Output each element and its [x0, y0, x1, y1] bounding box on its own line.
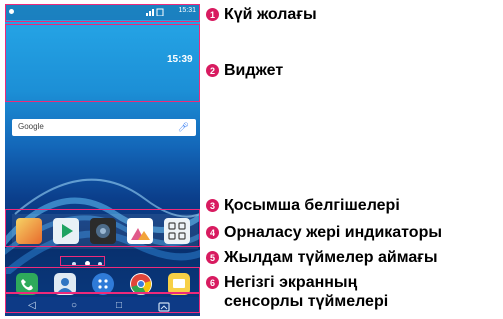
legend-label: Орналасу жері индикаторы	[224, 224, 443, 241]
legend-item-2: 2 Виджет	[206, 61, 283, 80]
mic-icon[interactable]: 🎤︎	[178, 122, 189, 133]
legend-badge: 5	[206, 251, 219, 264]
quick-button-frame	[5, 267, 200, 293]
legend-label: Жылдам түймелер аймағы	[224, 249, 438, 266]
legend-badge: 6	[206, 276, 219, 289]
app-icons-frame	[5, 209, 200, 247]
status-bar-frame	[5, 4, 200, 22]
legend-label: Күй жолағы	[224, 6, 317, 23]
legend-badge: 3	[206, 199, 219, 212]
location-indicator-frame	[60, 256, 105, 266]
legend-label: Негізгі экранның сенсорлы түймелері	[224, 273, 388, 311]
legend-item-6: 6 Негізгі экранның сенсорлы түймелері	[206, 273, 388, 311]
legend-label-line2: сенсорлы түймелері	[224, 293, 389, 310]
search-brand: Google	[18, 122, 44, 131]
legend-badge: 1	[206, 8, 219, 21]
legend-item-5: 5 Жылдам түймелер аймағы	[206, 248, 438, 267]
legend-item-3: 3 Қосымша белгішелері	[206, 196, 400, 215]
legend-badge: 2	[206, 64, 219, 77]
legend-label-line1: Негізгі экранның	[224, 274, 358, 291]
touch-buttons-frame	[5, 293, 200, 313]
widget-frame	[5, 24, 200, 102]
legend-item-4: 4 Орналасу жері индикаторы	[206, 223, 442, 242]
legend-label: Виджет	[224, 62, 284, 79]
legend-item-1: 1 Күй жолағы	[206, 5, 317, 24]
legend-label: Қосымша белгішелері	[224, 197, 400, 214]
legend-badge: 4	[206, 226, 219, 239]
google-search-bar[interactable]: Google 🎤︎	[12, 119, 196, 136]
